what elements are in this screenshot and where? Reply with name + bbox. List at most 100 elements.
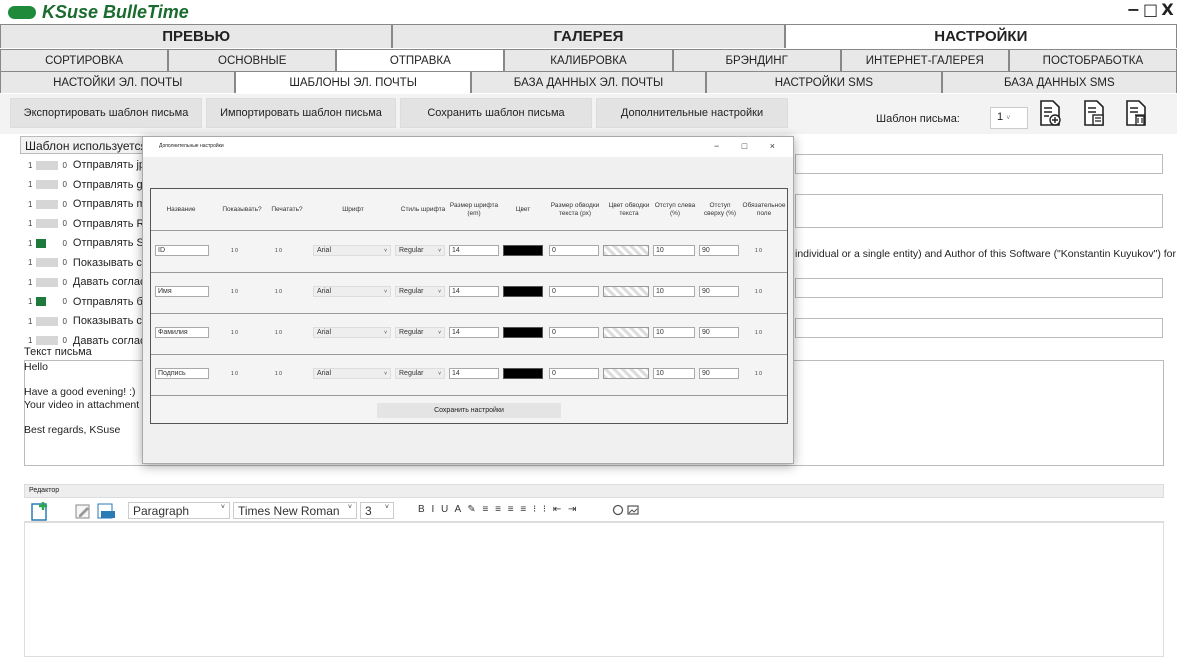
template-name-field[interactable] [795,154,1163,174]
tab-email-templates[interactable]: ШАБЛОНЫ ЭЛ. ПОЧТЫ [235,71,471,93]
tab-gallery[interactable]: ГАЛЕРЕЯ [392,24,785,48]
toggle-switch[interactable] [36,238,47,248]
color-picker[interactable] [503,286,543,297]
dialog-window-controls[interactable]: − □ × [714,141,785,151]
font-select[interactable]: Times New Roman ˅ [233,502,357,519]
toggle-switch[interactable] [36,277,59,287]
subject-field[interactable] [795,194,1163,228]
stroke-color-picker[interactable] [603,368,649,379]
show-toggle[interactable]: 1 0 [231,245,238,256]
field-name-input[interactable]: ID [155,245,209,256]
usage-option[interactable]: 1 0 Отправлять jpg [28,156,151,174]
editor-area[interactable] [24,522,1164,657]
tab-sms-settings[interactable]: НАСТРОЙКИ SMS [706,71,942,93]
print-toggle[interactable]: 1 0 [275,368,282,379]
font-select[interactable]: Arial ˅ [313,368,391,379]
toggle-switch[interactable] [36,199,59,209]
font-select[interactable]: Arial ˅ [313,245,391,256]
usage-option[interactable]: 1 0 Отправлять gif [28,176,148,194]
tab-email-database[interactable]: БАЗА ДАННЫХ ЭЛ. ПОЧТЫ [470,71,707,93]
save-settings-button[interactable]: Сохранить настройки [377,403,561,418]
html-icon[interactable] [96,502,116,520]
minimize-button[interactable]: − [1126,2,1141,19]
maximize-button[interactable]: □ [1143,2,1158,19]
top-offset-input[interactable]: 90 [699,327,739,338]
required-toggle[interactable]: 1 0 [755,327,762,338]
consent-field-2[interactable] [795,318,1163,338]
save-template-button[interactable]: Сохранить шаблон письма [400,98,592,128]
delete-template-icon[interactable] [1124,99,1148,127]
font-style-select[interactable]: Regular ˅ [395,368,445,379]
required-toggle[interactable]: 1 0 [755,245,762,256]
font-size-input[interactable]: 14 [449,368,499,379]
close-button[interactable]: X [1160,2,1175,19]
tab-postprocessing[interactable]: ПОСТОБРАБОТКА [1008,49,1177,71]
field-name-input[interactable]: Имя [155,286,209,297]
toggle-switch[interactable] [36,258,59,267]
usage-option[interactable]: 1 0 Показывать согл [28,312,158,330]
usage-option[interactable]: 1 0 Давать согласие [28,273,158,291]
top-offset-input[interactable]: 90 [699,245,739,256]
font-size-input[interactable]: 14 [449,286,499,297]
stroke-color-picker[interactable] [603,245,649,256]
tab-general[interactable]: ОСНОВНЫЕ [168,49,337,71]
tab-calibration[interactable]: КАЛИБРОВКА [504,49,673,71]
print-toggle[interactable]: 1 0 [275,245,282,256]
field-name-input[interactable]: Подпись [155,368,209,379]
font-style-select[interactable]: Regular ˅ [395,245,445,256]
tab-sorting[interactable]: СОРТИРОВКА [0,49,169,71]
required-toggle[interactable]: 1 0 [755,368,762,379]
advanced-settings-button[interactable]: Дополнительные настройки [596,98,788,128]
paragraph-select[interactable]: Paragraph ˅ [128,502,230,519]
font-size-input[interactable]: 14 [449,327,499,338]
left-offset-input[interactable]: 10 [653,327,695,338]
font-style-select[interactable]: Regular ˅ [395,327,445,338]
export-template-button[interactable]: Экспортировать шаблон письма [10,98,202,128]
add-image-icon[interactable] [30,500,52,522]
left-offset-input[interactable]: 10 [653,286,695,297]
toggle-switch[interactable] [36,160,59,170]
toggle-switch[interactable] [36,316,59,326]
tab-sending[interactable]: ОТПРАВКА [336,49,505,71]
color-picker[interactable] [503,245,543,256]
tab-email-settings[interactable]: НАСТОЙКИ ЭЛ. ПОЧТЫ [0,71,236,93]
stroke-size-input[interactable]: 0 [549,327,599,338]
font-size-input[interactable]: 14 [449,245,499,256]
new-template-icon[interactable] [1038,99,1062,127]
show-toggle[interactable]: 1 0 [231,327,238,338]
left-offset-input[interactable]: 10 [653,245,695,256]
show-toggle[interactable]: 1 0 [231,368,238,379]
toggle-switch[interactable] [36,336,59,345]
image-icon[interactable] [627,504,639,516]
tab-branding[interactable]: БРЭНДИНГ [672,49,841,71]
link-icon[interactable] [612,504,624,516]
left-offset-input[interactable]: 10 [653,368,695,379]
stroke-size-input[interactable]: 0 [549,368,599,379]
print-toggle[interactable]: 1 0 [275,286,282,297]
edit-icon[interactable] [74,502,92,520]
color-picker[interactable] [503,327,543,338]
usage-option[interactable]: 1 0 Показывать согл [28,254,158,272]
tab-sms-database[interactable]: БАЗА ДАННЫХ SMS [941,71,1177,93]
stroke-color-picker[interactable] [603,286,649,297]
font-style-select[interactable]: Regular ˅ [395,286,445,297]
toggle-switch[interactable] [36,297,47,306]
format-buttons[interactable]: B I U A ✎ ≡ ≡ ≡ ≡ ⁝ ⁝ ⇤ ⇥ [418,504,578,515]
show-toggle[interactable]: 1 0 [231,286,238,297]
toggle-switch[interactable] [36,180,59,189]
consent-field[interactable] [795,278,1163,298]
usage-option[interactable]: 1 0 Отправлять mp4 [28,195,158,213]
size-select[interactable]: 3 ˅ [360,502,394,519]
top-offset-input[interactable]: 90 [699,286,739,297]
top-offset-input[interactable]: 90 [699,368,739,379]
stroke-size-input[interactable]: 0 [549,286,599,297]
stroke-color-picker[interactable] [603,327,649,338]
tab-web-gallery[interactable]: ИНТЕРНЕТ-ГАЛЕРЕЯ [840,49,1009,71]
font-select[interactable]: Arial ˅ [313,327,391,338]
editor-tab[interactable]: Редактор [24,484,1164,498]
print-toggle[interactable]: 1 0 [275,327,282,338]
tab-preview[interactable]: ПРЕВЬЮ [0,24,393,48]
copy-template-icon[interactable] [1082,99,1106,127]
template-select[interactable]: 1 ˅ [990,107,1028,129]
stroke-size-input[interactable]: 0 [549,245,599,256]
